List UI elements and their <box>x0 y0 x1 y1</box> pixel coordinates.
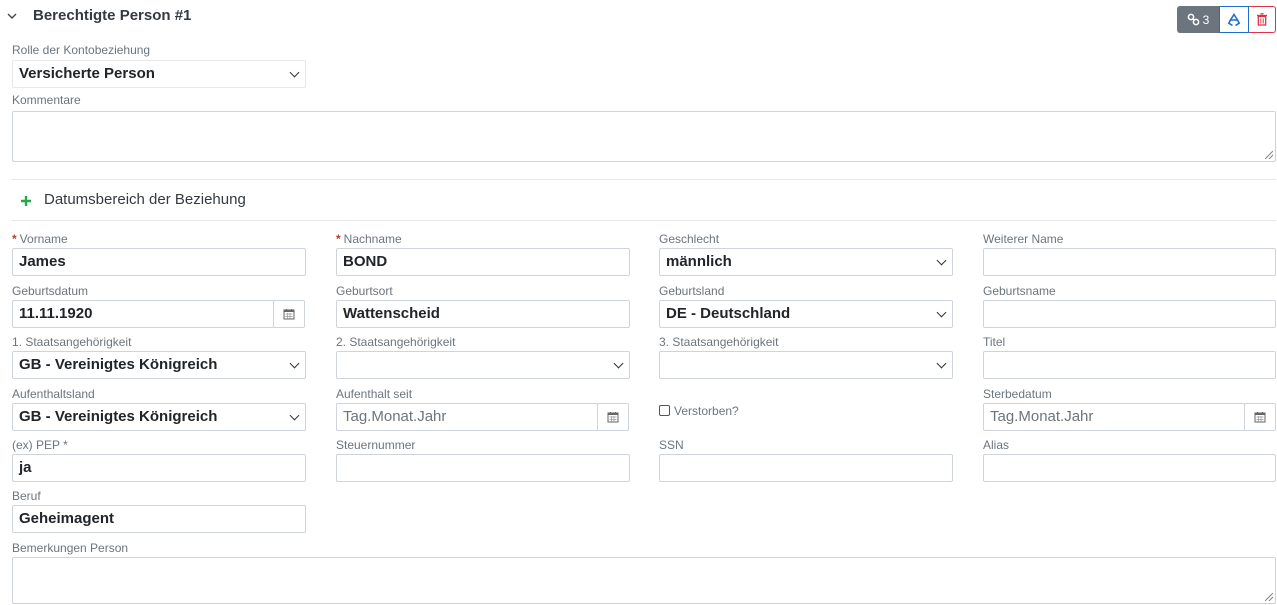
titel-input[interactable] <box>983 351 1276 379</box>
staat2-label: 2. Staatsangehörigkeit <box>336 335 456 349</box>
verstorben-checkbox[interactable]: Verstorben? <box>659 404 739 418</box>
geburtsname-label: Geburtsname <box>983 284 1056 298</box>
links-button[interactable]: 3 <box>1177 6 1219 33</box>
nachname-label: * Nachname <box>336 232 402 246</box>
calendar-icon <box>283 309 295 320</box>
bemerkungen-label: Bemerkungen Person <box>12 541 129 555</box>
alias-label: Alias <box>983 438 1010 452</box>
calendar-icon <box>1254 412 1266 423</box>
geschlecht-value: männlich <box>666 253 732 270</box>
alias-input[interactable] <box>983 454 1276 482</box>
resize-grip-icon[interactable] <box>1265 151 1273 159</box>
link-count: 3 <box>1202 12 1210 27</box>
divider <box>12 220 1276 221</box>
geburtsland-label: Geburtsland <box>659 284 725 298</box>
resize-grip-icon[interactable] <box>1265 593 1273 601</box>
geburtsdatum-input[interactable]: 11.11.1920 <box>12 300 274 328</box>
rolle-select[interactable]: Versicherte Person <box>12 60 306 88</box>
section-toolbar: 3 <box>1177 6 1276 33</box>
steuernummer-input[interactable] <box>336 454 630 482</box>
link-icon <box>1187 13 1200 26</box>
beruf-label: Beruf <box>12 489 41 503</box>
sterbedatum-calendar-button[interactable] <box>1244 403 1276 431</box>
plus-icon[interactable] <box>20 194 32 206</box>
steuernummer-label: Steuernummer <box>336 438 416 452</box>
sterbedatum-input[interactable]: Tag.Monat.Jahr <box>983 403 1245 431</box>
nachname-input[interactable]: BOND <box>336 248 630 276</box>
rolle-value: Versicherte Person <box>19 65 155 82</box>
aufenthaltsland-label: Aufenthaltsland <box>12 387 95 401</box>
geburtsland-select[interactable]: DE - Deutschland <box>659 300 953 328</box>
aufenthalt-seit-label: Aufenthalt seit <box>336 387 413 401</box>
verstorben-label: Verstorben? <box>674 404 739 418</box>
recycle-button[interactable] <box>1219 6 1249 33</box>
calendar-icon <box>607 412 619 423</box>
vorname-input[interactable]: James <box>12 248 306 276</box>
chevron-down-icon <box>936 358 947 369</box>
ssn-input[interactable] <box>659 454 953 482</box>
staat3-select[interactable] <box>659 351 953 379</box>
geburtsdatum-label: Geburtsdatum <box>12 284 89 298</box>
chevron-down-icon <box>289 410 300 421</box>
chevron-down-icon <box>936 307 947 318</box>
aufenthalt-seit-calendar-button[interactable] <box>597 403 629 431</box>
geschlecht-select[interactable]: männlich <box>659 248 953 276</box>
chevron-down-icon <box>936 255 947 266</box>
beruf-input[interactable]: Geheimagent <box>12 505 306 533</box>
chevron-down-icon <box>613 358 624 369</box>
staat3-label: 3. Staatsangehörigkeit <box>659 335 779 349</box>
geburtsname-input[interactable] <box>983 300 1276 328</box>
aufenthaltsland-select[interactable]: GB - Vereinigtes Königreich <box>12 403 306 431</box>
kommentare-label: Kommentare <box>12 93 81 107</box>
bemerkungen-textarea[interactable] <box>12 557 1276 604</box>
sterbedatum-label: Sterbedatum <box>983 387 1052 401</box>
rolle-label: Rolle der Kontobeziehung <box>12 43 151 57</box>
geschlecht-label: Geschlecht <box>659 232 720 246</box>
geburtsort-input[interactable]: Wattenscheid <box>336 300 630 328</box>
weiterer-name-label: Weiterer Name <box>983 232 1064 246</box>
recycle-icon <box>1227 12 1241 26</box>
vorname-label: * Vorname <box>12 232 68 246</box>
staat1-label: 1. Staatsangehörigkeit <box>12 335 132 349</box>
required-mark: * <box>336 232 341 246</box>
datumsbereich-toggle[interactable]: Datumsbereich der Beziehung <box>44 191 246 208</box>
checkbox-box[interactable] <box>659 405 670 416</box>
aufenthalt-seit-input[interactable]: Tag.Monat.Jahr <box>336 403 598 431</box>
chevron-down-icon <box>289 358 300 369</box>
collapse-chevron-icon[interactable] <box>6 9 18 21</box>
divider <box>12 179 1276 180</box>
staat1-select[interactable]: GB - Vereinigtes Königreich <box>12 351 306 379</box>
pep-input[interactable]: ja <box>12 454 306 482</box>
staat2-select[interactable] <box>336 351 630 379</box>
geburtsland-value: DE - Deutschland <box>666 305 791 322</box>
pep-label: (ex) PEP * <box>12 438 68 452</box>
ssn-label: SSN <box>659 438 684 452</box>
weiterer-name-input[interactable] <box>983 248 1276 276</box>
chevron-down-icon <box>289 67 300 78</box>
aufenthaltsland-value: GB - Vereinigtes Königreich <box>19 408 218 425</box>
geburtsort-label: Geburtsort <box>336 284 393 298</box>
trash-icon <box>1257 13 1267 26</box>
titel-label: Titel <box>983 335 1006 349</box>
delete-button[interactable] <box>1249 6 1276 33</box>
required-mark: * <box>12 232 17 246</box>
geburtsdatum-calendar-button[interactable] <box>273 300 305 328</box>
kommentare-textarea[interactable] <box>12 111 1276 162</box>
section-title: Berechtigte Person #1 <box>33 7 192 24</box>
staat1-value: GB - Vereinigtes Königreich <box>19 356 218 373</box>
